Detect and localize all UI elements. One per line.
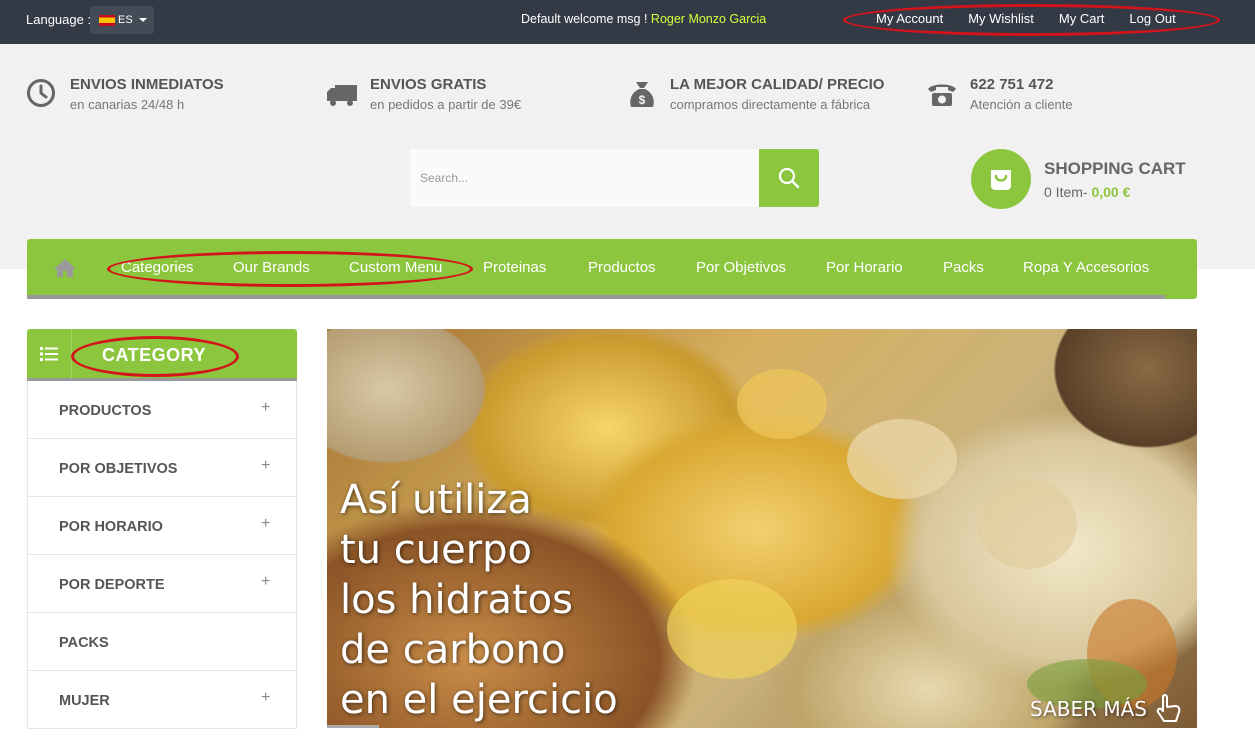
language-label: Language : (26, 12, 92, 27)
phone-icon (928, 84, 956, 106)
category-item-label: POR OBJETIVOS (59, 461, 178, 477)
truck-icon (327, 85, 357, 106)
expand-plus-icon[interactable]: + (261, 515, 270, 533)
svg-text:$: $ (639, 93, 646, 107)
search-button[interactable] (759, 149, 819, 207)
saber-mas-link[interactable]: SABER MÁS (1030, 693, 1183, 725)
feature-subtitle: en pedidos a partir de 39€ (370, 97, 522, 112)
category-item-packs[interactable]: PACKS (28, 613, 296, 671)
my-wishlist-link[interactable]: My Wishlist (968, 11, 1034, 26)
feature-phone: 622 751 472 Atención a cliente (926, 76, 1073, 112)
nav-item-our-brands[interactable]: Our Brands (233, 259, 310, 276)
home-icon[interactable] (53, 258, 77, 278)
category-title: CATEGORY (102, 345, 207, 365)
feature-shipping-fast: ENVIOS INMEDIATOS en canarias 24/48 h (26, 76, 224, 112)
feature-free-shipping: ENVIOS GRATIS en pedidos a partir de 39€ (326, 76, 521, 112)
banner-headline: Así utiliza tu cuerpo los hidratos de ca… (340, 475, 618, 725)
top-bar: Language : ES Default welcome msg ! Roge… (0, 0, 1255, 44)
expand-plus-icon[interactable]: + (261, 573, 270, 591)
feature-title: 622 751 472 (970, 76, 1054, 93)
cart-button[interactable] (971, 149, 1031, 209)
nav-item-ropa-y-accesorios[interactable]: Ropa Y Accesorios (1023, 259, 1149, 276)
feature-title: LA MEJOR CALIDAD/ PRECIO (670, 76, 885, 93)
welcome-text: Default welcome msg ! (521, 12, 648, 26)
banner-line: de carbono (340, 627, 566, 673)
banner-scroll-indicator (327, 725, 379, 728)
category-item-mujer[interactable]: MUJER + (28, 671, 296, 729)
banner-line: los hidratos (340, 577, 573, 623)
category-item-por-deporte[interactable]: POR DEPORTE + (28, 555, 296, 613)
nav-item-por-horario[interactable]: Por Horario (826, 259, 903, 276)
nav-item-productos[interactable]: Productos (588, 259, 656, 276)
list-menu-icon (27, 329, 72, 378)
hero-banner[interactable]: Así utiliza tu cuerpo los hidratos de ca… (327, 329, 1197, 728)
my-cart-link[interactable]: My Cart (1059, 11, 1105, 26)
feature-subtitle: en canarias 24/48 h (70, 97, 185, 112)
nav-item-proteinas[interactable]: Proteinas (483, 259, 546, 276)
user-name: Roger Monzo Garcia (650, 12, 767, 26)
category-item-label: PRODUCTOS (59, 403, 152, 419)
nav-item-custom-menu[interactable]: Custom Menu (349, 259, 442, 276)
clock-icon (27, 79, 55, 107)
category-list: PRODUCTOS + POR OBJETIVOS + POR HORARIO … (27, 381, 297, 729)
cart-summary[interactable]: 0 Item- 0,00 € (1044, 184, 1130, 200)
language-value: ES (118, 14, 133, 26)
saber-mas-label: SABER MÁS (1030, 697, 1147, 721)
feature-title: ENVIOS INMEDIATOS (70, 76, 224, 93)
category-item-productos[interactable]: PRODUCTOS + (28, 381, 296, 439)
banner-decoration (667, 579, 797, 679)
search-icon (778, 167, 800, 189)
main-nav: Categories Our Brands Custom Menu Protei… (27, 239, 1197, 299)
feature-title: ENVIOS GRATIS (370, 76, 487, 93)
category-item-label: PACKS (59, 635, 109, 651)
my-account-link[interactable]: My Account (876, 11, 943, 26)
category-item-label: MUJER (59, 693, 110, 709)
expand-plus-icon[interactable]: + (261, 457, 270, 475)
caret-down-icon (138, 18, 147, 22)
cart-total: 0,00 € (1091, 184, 1131, 200)
category-item-por-horario[interactable]: POR HORARIO + (28, 497, 296, 555)
welcome-message: Default welcome msg ! Roger Monzo Garcia (521, 12, 766, 26)
cart-items-count: 0 Item- (1044, 184, 1088, 200)
money-bag-icon: $ (630, 82, 654, 107)
feature-subtitle: Atención a cliente (970, 97, 1073, 112)
nav-item-por-objetivos[interactable]: Por Objetivos (696, 259, 786, 276)
spain-flag-icon (99, 14, 115, 26)
search-input[interactable] (410, 149, 759, 207)
feature-subtitle: compramos directamente a fábrica (670, 97, 871, 112)
nav-item-packs[interactable]: Packs (943, 259, 984, 276)
cart-title[interactable]: SHOPPING CART (1044, 159, 1186, 179)
language-select[interactable]: ES (90, 6, 154, 34)
nav-item-categories[interactable]: Categories (121, 259, 194, 276)
category-header[interactable]: CATEGORY (27, 329, 297, 381)
banner-decoration (847, 419, 957, 499)
feature-best-price: $ LA MEJOR CALIDAD/ PRECIO compramos dir… (626, 76, 884, 112)
header: ENVIOS INMEDIATOS en canarias 24/48 h EN… (0, 44, 1255, 269)
banner-decoration (977, 479, 1077, 569)
banner-line: tu cuerpo (340, 527, 533, 573)
banner-line: en el ejercicio (340, 677, 618, 723)
category-item-por-objetivos[interactable]: POR OBJETIVOS + (28, 439, 296, 497)
hand-pointer-icon (1156, 693, 1181, 722)
expand-plus-icon[interactable]: + (261, 689, 270, 707)
banner-decoration (737, 369, 827, 439)
account-links: My Account My Wishlist My Cart Log Out (876, 11, 1176, 26)
banner-line: Así utiliza (340, 477, 532, 523)
expand-plus-icon[interactable]: + (261, 399, 270, 417)
category-item-label: POR DEPORTE (59, 577, 165, 593)
category-item-label: POR HORARIO (59, 519, 163, 535)
shopping-bag-icon (991, 170, 1011, 190)
log-out-link[interactable]: Log Out (1129, 11, 1175, 26)
